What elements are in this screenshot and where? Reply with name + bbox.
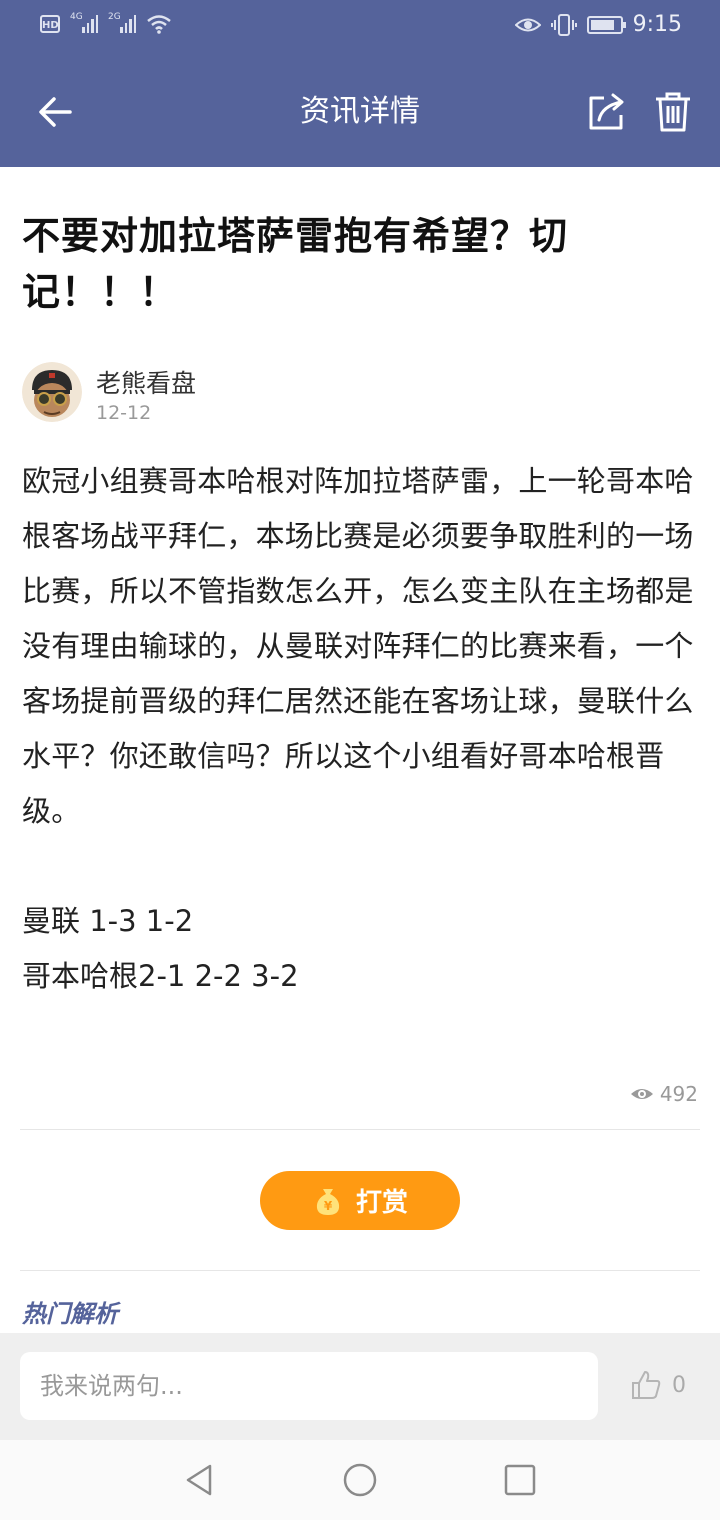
signal-sim2-icon: 2G xyxy=(108,12,136,33)
back-triangle-icon[interactable] xyxy=(182,1462,218,1498)
home-circle-icon[interactable] xyxy=(342,1462,378,1498)
publish-date: 12-12 xyxy=(96,402,152,424)
eye-icon xyxy=(630,1089,653,1099)
reward-label: 打赏 xyxy=(355,1188,408,1218)
reward-button[interactable]: ¥ 打赏 xyxy=(260,1171,460,1230)
view-count-value: 492 xyxy=(659,1082,698,1106)
article: 不要对加拉塔萨雷抱有希望？切记！！！ 老熊看盘 12-12 欧冠小组赛哥本哈根对… xyxy=(22,190,698,993)
author-name[interactable]: 老熊看盘 xyxy=(96,364,196,400)
svg-text:¥: ¥ xyxy=(324,1199,333,1213)
app-header: 资讯详情 xyxy=(0,56,720,167)
body-paragraph: 欧冠小组赛哥本哈根对阵加拉塔萨雷，上一轮哥本哈根客场战平拜仁，本场比赛是必须要争… xyxy=(22,464,694,828)
comment-bar: 我来说两句... 0 xyxy=(0,1333,720,1440)
status-bar: HD 4G 2G 9:15 xyxy=(0,0,720,56)
divider xyxy=(20,1129,700,1130)
signal-sim1-icon: 4G xyxy=(70,12,98,33)
odds-line: 曼联 1-3 1-2 xyxy=(22,904,194,938)
article-title: 不要对加拉塔萨雷抱有希望？切记！！！ xyxy=(22,214,569,314)
trash-icon[interactable] xyxy=(652,90,694,134)
wifi-icon xyxy=(147,15,171,34)
system-nav-bar xyxy=(0,1440,720,1520)
money-bag-icon: ¥ xyxy=(316,1188,340,1215)
status-right: 9:15 xyxy=(514,12,682,37)
avatar[interactable] xyxy=(22,362,82,422)
hd-icon: HD xyxy=(40,15,60,33)
author-info[interactable]: 老熊看盘 12-12 xyxy=(22,362,698,426)
status-time: 9:15 xyxy=(632,12,682,37)
odds-line: 哥本哈根2-1 2-2 3-2 xyxy=(22,959,299,993)
view-count: 492 xyxy=(630,1082,698,1106)
share-icon[interactable] xyxy=(584,90,628,134)
like-count: 0 xyxy=(672,1372,686,1398)
like-button[interactable]: 0 xyxy=(630,1369,686,1401)
battery-icon xyxy=(586,15,626,34)
divider xyxy=(20,1270,700,1271)
article-body: 欧冠小组赛哥本哈根对阵加拉塔萨雷，上一轮哥本哈根客场战平拜仁，本场比赛是必须要争… xyxy=(22,454,698,1004)
vibrate-icon xyxy=(550,13,577,36)
recent-apps-icon[interactable] xyxy=(502,1462,538,1498)
hot-analysis-heading: 热门解析 xyxy=(22,1300,118,1328)
status-left: HD 4G 2G xyxy=(40,12,172,34)
comment-input[interactable]: 我来说两句... xyxy=(20,1352,598,1420)
thumbs-up-icon xyxy=(632,1371,661,1399)
eye-comfort-icon xyxy=(514,18,541,31)
